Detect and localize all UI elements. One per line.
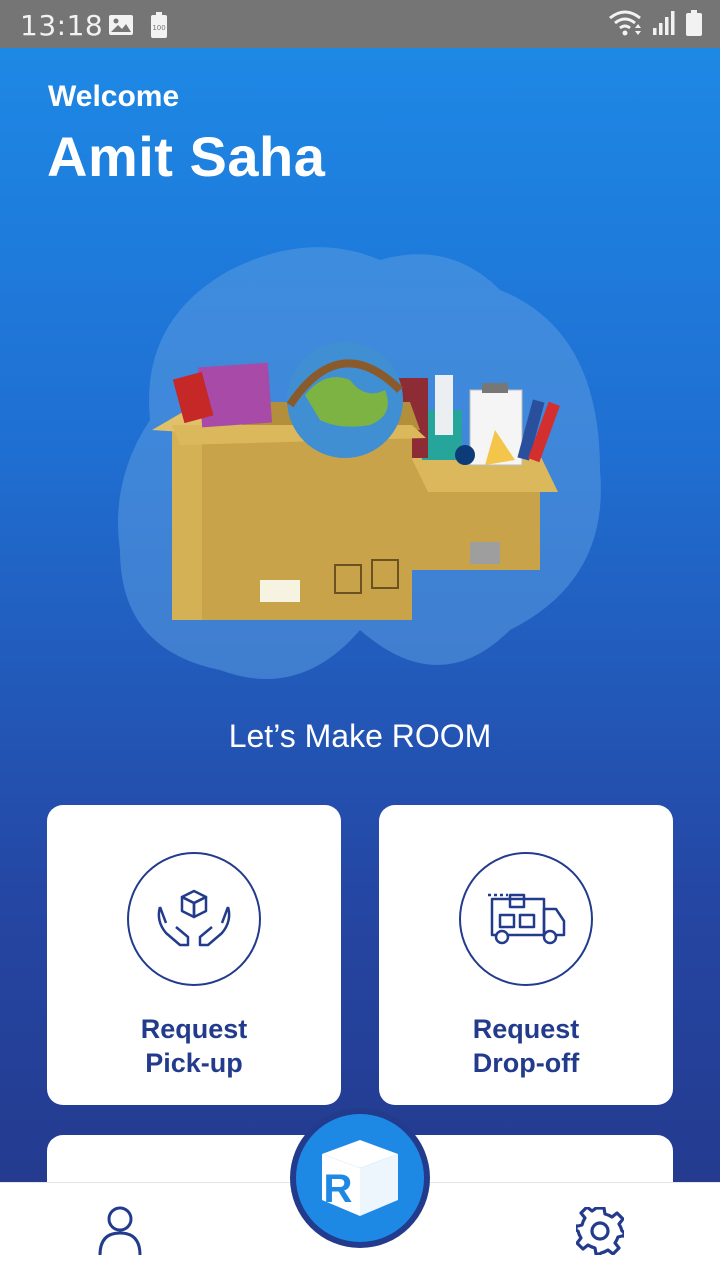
status-left-icons: 100 xyxy=(108,12,168,38)
room-logo-icon: R xyxy=(322,1140,398,1216)
welcome-label: Welcome xyxy=(48,80,180,113)
battery-icon xyxy=(686,10,702,36)
battery-saver-icon: 100 xyxy=(151,12,167,38)
wifi-icon xyxy=(609,10,641,36)
pickup-label: Request Pick-up xyxy=(141,1012,248,1080)
small-box xyxy=(410,455,558,570)
image-icon xyxy=(109,15,133,35)
user-name: Amit Saha xyxy=(47,125,326,188)
profile-icon[interactable] xyxy=(97,1205,143,1257)
hands-box-icon xyxy=(157,889,231,947)
pickup-label-line2: Pick-up xyxy=(145,1048,243,1078)
tagline: Let’s Make ROOM xyxy=(228,718,492,754)
moving-boxes-illustration xyxy=(118,247,601,679)
request-pickup-card[interactable]: Request Pick-up xyxy=(47,805,341,1105)
status-bar: 13:18 100 xyxy=(0,0,720,48)
status-right-icons xyxy=(608,10,702,36)
room-logo-letter: R xyxy=(324,1167,353,1211)
pickup-label-line1: Request xyxy=(140,1014,248,1044)
dropoff-label-line1: Request xyxy=(472,1014,580,1044)
signal-icon xyxy=(653,11,675,35)
status-time: 13:18 xyxy=(20,9,104,42)
battery-saver-label: 100 xyxy=(152,24,165,32)
pickup-icon-circle xyxy=(127,852,261,986)
settings-icon[interactable] xyxy=(576,1207,624,1255)
room-logo-button[interactable]: R xyxy=(290,1108,430,1248)
dropoff-label-line2: Drop-off xyxy=(472,1048,580,1078)
delivery-truck-icon xyxy=(488,893,566,945)
request-dropoff-card[interactable]: Request Drop-off xyxy=(379,805,673,1105)
room-logo-inner: R xyxy=(296,1114,424,1242)
dropoff-icon-circle xyxy=(459,852,593,986)
dropoff-label: Request Drop-off xyxy=(473,1012,580,1080)
